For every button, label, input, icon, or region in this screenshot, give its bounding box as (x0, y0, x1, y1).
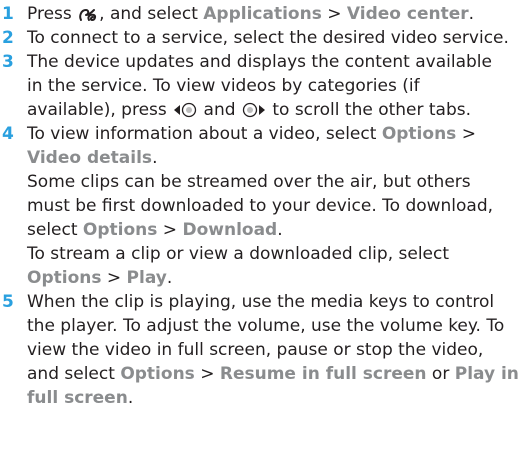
step-number: 4 (2, 124, 14, 144)
step-text: When the clip is playing, use the media … (27, 292, 519, 408)
scroll-left-key-icon (172, 102, 198, 118)
step-text: The device updates and displays the cont… (27, 52, 492, 120)
step-number: 3 (2, 52, 14, 72)
step-number: 2 (2, 28, 14, 48)
scroll-right-key-icon (241, 102, 267, 118)
step-text: Press , and select Applications > Video … (27, 4, 475, 24)
step-number: 1 (2, 4, 14, 24)
step-text: To view information about a video, selec… (27, 124, 494, 288)
step-text: To connect to a service, select the desi… (27, 28, 509, 48)
step-number: 5 (2, 292, 14, 312)
menu-key-icon (77, 6, 99, 22)
